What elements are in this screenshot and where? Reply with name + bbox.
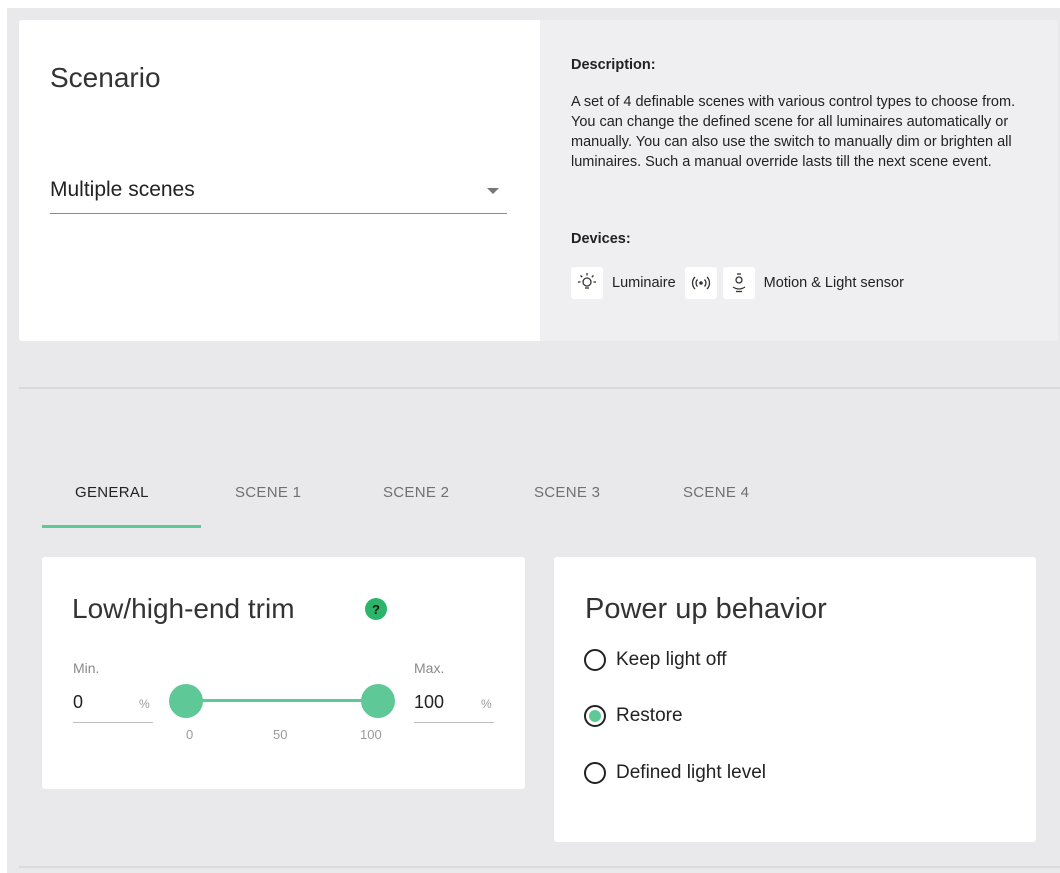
radio-option-defined-light-level[interactable]: Defined light level [584,762,766,784]
help-icon[interactable]: ? [365,598,387,620]
trim-card: Low/high-end trim ? Min. 0 % Max. 100 % … [42,557,525,789]
trim-title: Low/high-end trim [72,593,295,624]
min-input-value: 0 [73,692,84,712]
trim-slider-track[interactable] [186,699,379,702]
top-border [0,0,1060,8]
devices-heading: Devices: [571,231,631,247]
scenario-panel: Scenario Multiple scenes [19,20,540,341]
max-label: Max. [414,660,445,676]
chevron-down-icon[interactable] [487,188,499,194]
scenario-dropdown[interactable]: Multiple scenes [50,168,507,214]
power-up-card: Power up behavior Keep light off Restore… [554,557,1036,842]
power-up-title: Power up behavior [585,593,827,625]
radio-option-restore[interactable]: Restore [584,705,683,727]
radio-selected-dot [589,710,601,722]
device-label-motion-light-sensor: Motion & Light sensor [763,275,904,291]
tab-scene-1[interactable]: SCENE 1 [235,484,301,501]
luminaire-icon [571,267,603,299]
min-unit: % [139,697,150,711]
description-heading: Description: [571,57,656,73]
max-input[interactable]: 100 % [414,689,494,723]
radio-label: Restore [616,705,683,726]
bottom-divider [19,866,1060,868]
trim-slider-min-handle[interactable] [169,684,203,718]
radio-button[interactable] [584,649,606,671]
scenario-description-panel: Description: A set of 4 definable scenes… [540,20,1058,341]
devices-list: Luminaire Motion & Light sensor [571,267,913,299]
min-label: Min. [73,660,100,676]
scenario-dropdown-value: Multiple scenes [50,178,195,201]
tab-scene-4[interactable]: SCENE 4 [683,484,749,501]
radio-label: Defined light level [616,762,766,783]
max-input-value: 100 [414,692,445,712]
left-border [0,0,7,873]
slider-tick-label: 100 [360,727,382,742]
motion-light-sensor-icon [722,267,755,299]
radio-button[interactable] [584,762,606,784]
section-divider [19,387,1060,389]
radio-button-selected[interactable] [584,705,606,727]
tab-general[interactable]: GENERAL [75,484,149,501]
slider-tick-label: 50 [273,727,288,742]
scenario-card: Scenario Multiple scenes Description: A … [19,20,1058,341]
min-input[interactable]: 0 % [73,689,153,723]
device-label-luminaire: Luminaire [612,275,676,291]
slider-tick-label: 0 [186,727,194,742]
radio-label: Keep light off [616,649,727,670]
active-tab-indicator [42,525,201,528]
tab-scene-2[interactable]: SCENE 2 [383,484,449,501]
wireless-switch-icon [684,267,717,299]
trim-slider-max-handle[interactable] [361,684,395,718]
max-unit: % [481,697,492,711]
scenario-title: Scenario [50,62,161,93]
tab-scene-3[interactable]: SCENE 3 [534,484,600,501]
description-text: A set of 4 definable scenes with various… [571,94,1016,170]
radio-option-keep-light-off[interactable]: Keep light off [584,649,727,671]
